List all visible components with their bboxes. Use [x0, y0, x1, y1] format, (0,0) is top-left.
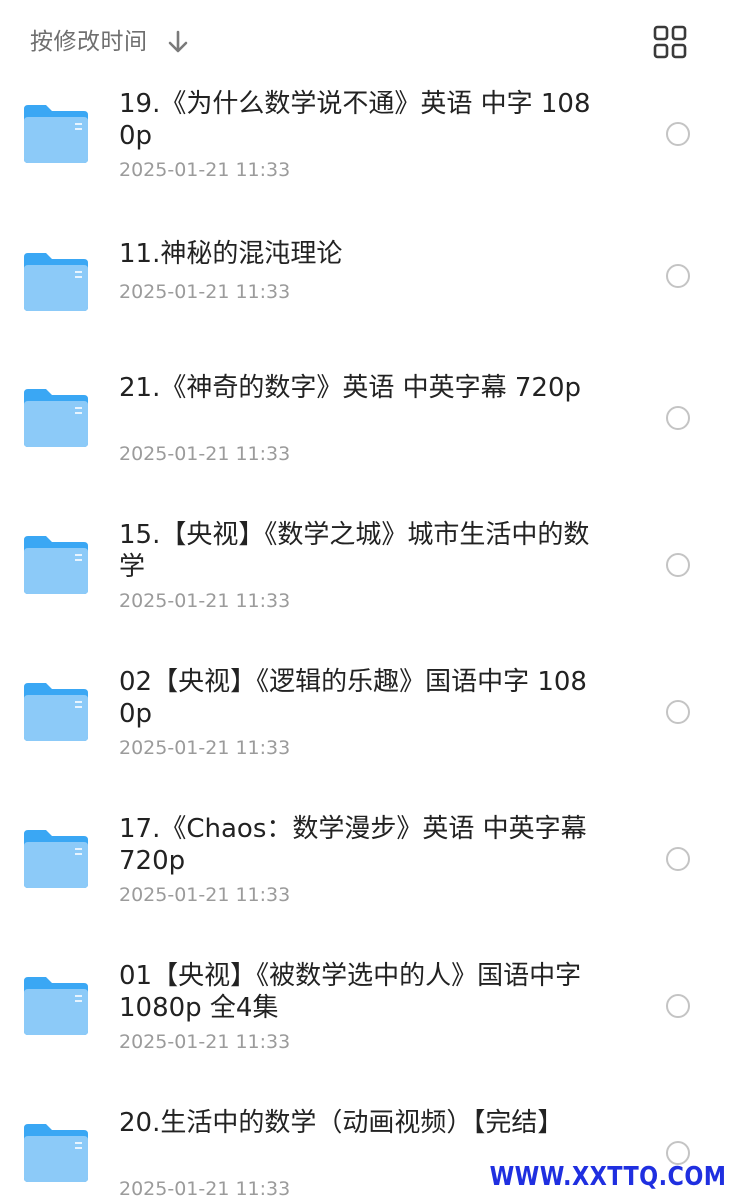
file-modified-date: 2025-01-21 11:33: [119, 590, 291, 612]
file-name: 19.《为什么数学说不通》英语 中字 1080p: [119, 89, 591, 151]
sort-toolbar: 按修改时间: [0, 0, 732, 84]
file-modified-date: 2025-01-21 11:33: [119, 1178, 291, 1200]
sort-by-modified-time-button[interactable]: 按修改时间: [30, 26, 148, 58]
folder-icon: [24, 1124, 88, 1182]
file-modified-date: 2025-01-21 11:33: [119, 159, 291, 181]
file-row[interactable]: 02【央视】《逻辑的乐趣》国语中字 1080p 2025-01-21 11:33: [0, 662, 732, 809]
folder-icon: [24, 105, 88, 163]
file-name: 20.生活中的数学（动画视频）【完结】: [119, 1108, 564, 1138]
select-radio[interactable]: [666, 700, 690, 724]
file-name: 17.《Chaos：数学漫步》英语 中英字幕 720p: [119, 814, 587, 876]
folder-icon: [24, 683, 88, 741]
grid-view-icon[interactable]: [652, 24, 688, 60]
folder-icon: [24, 830, 88, 888]
file-row[interactable]: 01【央视】《被数学选中的人》国语中字 1080p 全4集 2025-01-21 …: [0, 956, 732, 1103]
watermark: WWW.XXTTQ.COM: [489, 1162, 726, 1192]
arrow-down-icon[interactable]: [164, 28, 192, 56]
file-name: 02【央视】《逻辑的乐趣》国语中字 1080p: [119, 667, 587, 729]
folder-icon: [24, 536, 88, 594]
file-name: 21.《神奇的数字》英语 中英字幕 720p: [119, 373, 582, 403]
file-row[interactable]: 15.【央视】《数学之城》城市生活中的数学 2025-01-21 11:33: [0, 515, 732, 662]
file-row[interactable]: 17.《Chaos：数学漫步》英语 中英字幕 720p 2025-01-21 11…: [0, 809, 732, 956]
file-row[interactable]: 11.神秘的混沌理论 2025-01-21 11:33: [0, 226, 732, 373]
file-browser: 按修改时间 19.《为什么数学说不通》英语 中字 1080p 2025-01-21…: [0, 0, 732, 1200]
file-modified-date: 2025-01-21 11:33: [119, 443, 291, 465]
folder-icon: [24, 977, 88, 1035]
file-modified-date: 2025-01-21 11:33: [119, 281, 291, 303]
select-radio[interactable]: [666, 847, 690, 871]
file-row[interactable]: 19.《为什么数学说不通》英语 中字 1080p 2025-01-21 11:33: [0, 84, 732, 231]
file-modified-date: 2025-01-21 11:33: [119, 884, 291, 906]
folder-icon: [24, 253, 88, 311]
file-name: 01【央视】《被数学选中的人》国语中字 1080p 全4集: [119, 961, 582, 1023]
select-radio[interactable]: [666, 264, 690, 288]
select-radio[interactable]: [666, 406, 690, 430]
select-radio[interactable]: [666, 122, 690, 146]
file-modified-date: 2025-01-21 11:33: [119, 737, 291, 759]
select-radio[interactable]: [666, 553, 690, 577]
select-radio[interactable]: [666, 994, 690, 1018]
file-modified-date: 2025-01-21 11:33: [119, 1031, 291, 1053]
file-name: 11.神秘的混沌理论: [119, 239, 343, 269]
file-name: 15.【央视】《数学之城》城市生活中的数学: [119, 520, 590, 582]
file-row[interactable]: 21.《神奇的数字》英语 中英字幕 720p 2025-01-21 11:33: [0, 368, 732, 515]
folder-icon: [24, 389, 88, 447]
